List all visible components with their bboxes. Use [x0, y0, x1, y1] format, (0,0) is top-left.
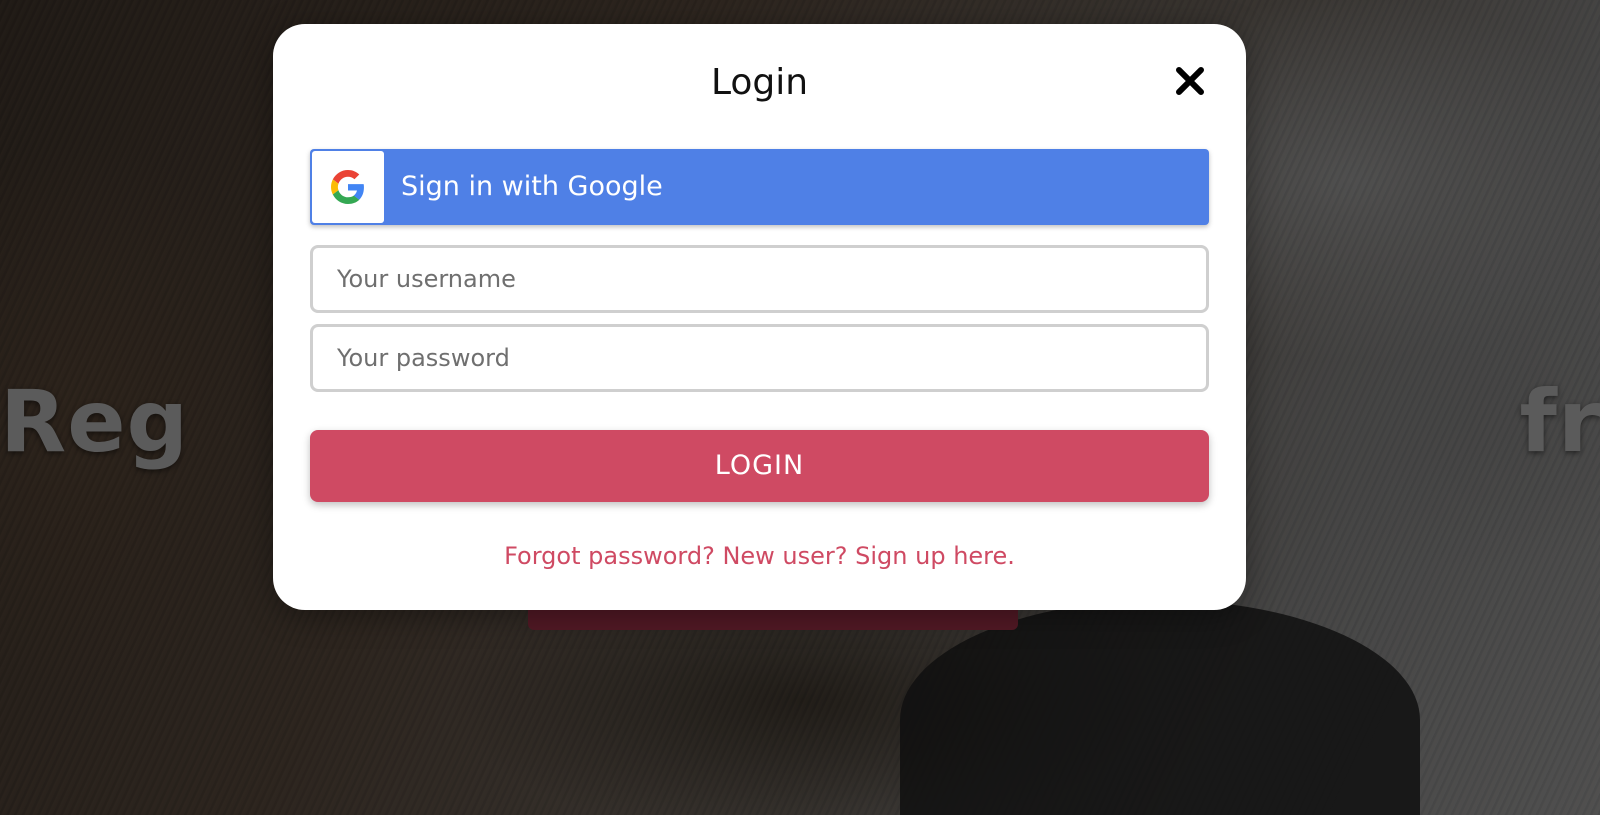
close-icon — [1176, 67, 1204, 95]
close-button[interactable] — [1173, 64, 1207, 98]
google-signin-label: Sign in with Google — [401, 171, 663, 202]
google-signin-button[interactable]: Sign in with Google — [310, 149, 1209, 225]
modal-title: Login — [710, 62, 809, 103]
forgot-password-link[interactable]: Forgot password? — [504, 542, 715, 570]
login-modal: Login Sign in with Google LOGIN Forgot p… — [273, 24, 1246, 610]
google-logo-container — [312, 151, 384, 223]
password-input[interactable] — [310, 324, 1209, 392]
footer-links: Forgot password? New user? Sign up here. — [273, 542, 1246, 570]
google-logo-icon — [331, 170, 364, 204]
login-button[interactable]: LOGIN — [310, 430, 1209, 502]
username-input[interactable] — [310, 245, 1209, 313]
signup-link[interactable]: New user? Sign up here. — [722, 542, 1014, 570]
page-background: Reg free Login Sign in — [0, 0, 1600, 815]
